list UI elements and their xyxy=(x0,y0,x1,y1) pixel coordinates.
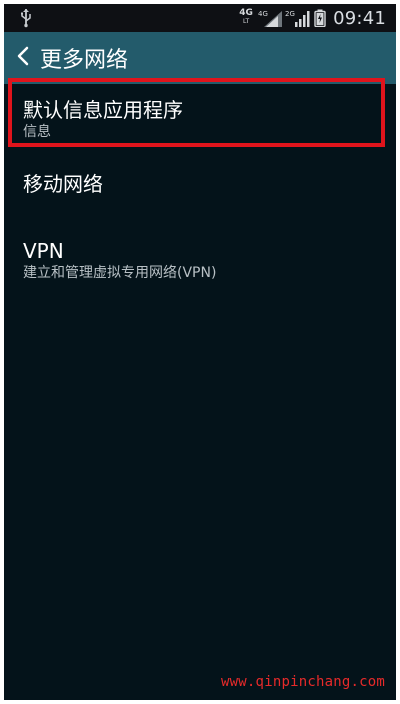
network-badge-2g: 2G xyxy=(285,10,295,18)
network-badge-label: 4G xyxy=(239,8,253,18)
signal-icon: 4G xyxy=(258,9,283,27)
status-bar: 4G LT 4G 2G 09:41 xyxy=(4,4,396,32)
page-title: 更多网络 xyxy=(40,48,129,73)
settings-item-vpn[interactable]: VPN 建立和管理虚拟专用网络(VPN) xyxy=(4,231,396,301)
settings-item-title: 移动网络 xyxy=(23,172,103,196)
network-badge-sub: LT xyxy=(243,18,250,25)
status-indicators: 4G LT 4G 2G 09:41 xyxy=(237,4,386,32)
watermark: www.qinpinchang.com xyxy=(221,674,385,690)
usb-icon xyxy=(19,8,33,28)
chevron-left-icon xyxy=(17,46,29,70)
settings-item-title: VPN xyxy=(23,239,64,263)
network-badge-4g: 4G xyxy=(258,10,268,18)
back-button[interactable] xyxy=(14,45,32,71)
highlight-box xyxy=(8,78,385,147)
signal-icon-secondary: 2G xyxy=(285,9,311,27)
status-time: 09:41 xyxy=(333,7,386,29)
settings-item-mobile-networks[interactable]: 移动网络 xyxy=(4,153,396,231)
settings-item-subtitle: 建立和管理虚拟专用网络(VPN) xyxy=(23,265,217,281)
action-bar: 更多网络 xyxy=(4,32,396,84)
battery-icon xyxy=(314,9,326,27)
phone-screen: 4G LT 4G 2G 09:41 更多网络 默认信息应用程序 信息 移动网络 … xyxy=(4,4,396,700)
network-badge-4g-lte: 4G LT xyxy=(237,9,255,27)
